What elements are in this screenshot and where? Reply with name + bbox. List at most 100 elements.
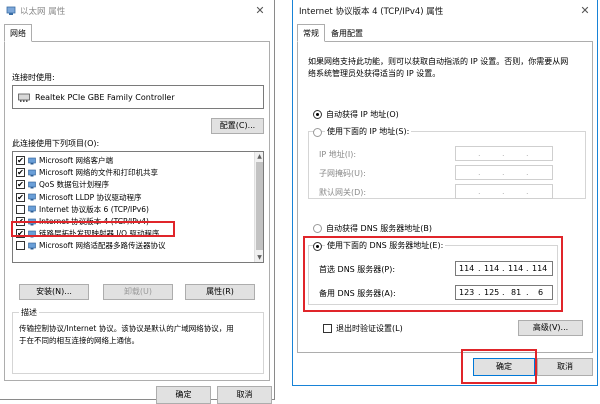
scroll-down-icon[interactable]: ▼ [255,253,263,262]
alternate-dns-octet-1: 123 [459,288,475,297]
components-list: ✔ Microsoft 网络客户端 ✔ Microsoft 网络的文件和打印机共享 ✔ Q… [12,151,264,263]
item-label: Microsoft LLDP 协议驱动程序 [39,192,142,202]
configure-button[interactable]: 配置(C)... [211,118,264,134]
manual-ip-radio[interactable] [313,128,322,137]
alternate-dns-label: 备用 DNS 服务器(A): [319,289,396,298]
uninstall-button[interactable]: 卸载(U) [103,284,173,300]
ok-button[interactable]: 确定 [156,386,211,404]
item-checkbox[interactable]: ✔ [16,168,25,178]
item-checkbox[interactable] [16,204,25,214]
title-bar[interactable]: 以太网 属性 ✕ [0,0,274,22]
preferred-dns-octet-1: 114 [459,264,475,273]
network-adapter-icon [6,6,16,15]
item-label: Microsoft 网络的文件和打印机共享 [39,168,159,178]
description-line-1: 传输控制协议/Internet 协议。该协议是默认的广域网络协议，用 [19,324,234,333]
tab-general[interactable]: 常规 [297,24,325,42]
intro-line-1: 如果网络支持此功能，则可以获取自动指派的 IP 设置。否则，你需要从网 [308,57,569,66]
network-component-icon [28,181,36,189]
network-card-icon [18,93,30,102]
validate-settings-checkbox[interactable] [323,324,332,333]
list-item[interactable]: ✔ Microsoft LLDP 协议驱动程序 [16,192,254,203]
auto-dns-radio[interactable] [313,224,322,233]
list-item[interactable]: ✔ 链路层拓扑发现映射器 I/O 驱动程序 [16,228,254,239]
properties-button[interactable]: 属性(R) [185,284,255,300]
manual-dns-radio[interactable] [313,242,322,251]
network-component-icon [28,157,36,164]
item-label: Internet 协议版本 4 (TCP/IPv4) [39,217,149,226]
item-checkbox[interactable]: ✔ [16,217,25,226]
connect-using-label: 连接时使用: [12,73,55,82]
tab-panel: 如果网络支持此功能，则可以获取自动指派的 IP 设置。否则，你需要从网 络系统管… [297,41,593,353]
item-checkbox[interactable] [16,241,25,251]
validate-settings-label[interactable]: 退出时验证设置(L) [336,323,403,334]
alternate-dns-octet-4: 6 [538,288,544,297]
advanced-button[interactable]: 高级(V)... [518,320,583,336]
network-component-icon [28,230,36,238]
list-item[interactable]: ✔ Microsoft 网络客户端 [16,155,254,166]
install-button[interactable]: 安装(N)... [19,284,89,300]
list-item[interactable]: ✔ Internet 协议版本 4 (TCP/IPv4) [16,216,254,227]
scroll-thumb[interactable] [256,162,263,250]
manual-ip-label[interactable]: 使用下面的 IP 地址(S): [325,126,412,137]
alternate-dns-octet-3: 81 [511,288,522,297]
manual-dns-label[interactable]: 使用下面的 DNS 服务器地址(E): [325,240,446,251]
default-gateway-field[interactable]: . . . [455,184,553,199]
manual-ip-group: 使用下面的 IP 地址(S): IP 地址(I): . . . 子网掩码(U):… [308,126,586,199]
manual-dns-group: 使用下面的 DNS 服务器地址(E): 首选 DNS 服务器(P): 114 .… [308,240,558,305]
title-bar[interactable]: Internet 协议版本 4 (TCP/IPv4) 属性 ✕ [293,0,597,22]
item-checkbox[interactable]: ✔ [16,180,25,190]
auto-dns-label[interactable]: 自动获得 DNS 服务器地址(B) [326,223,432,234]
ethernet-properties-window: 以太网 属性 ✕ 网络 连接时使用: Realtek PCIe GBE Fami… [0,0,275,404]
network-component-icon [28,218,36,225]
item-label: QoS 数据包计划程序 [39,180,110,190]
default-gateway-label: 默认网关(D): [319,188,367,197]
list-item[interactable]: Microsoft 网络适配器多路传送器协议 [16,240,254,251]
alternate-dns-field[interactable]: 123 . 125 . 81 . 6 [455,285,553,300]
tab-networking[interactable]: 网络 [4,24,32,42]
tab-strip: 常规 备用配置 [293,22,597,42]
adapter-name: Realtek PCIe GBE Family Controller [35,93,175,102]
ip-address-label: IP 地址(I): [319,150,357,159]
auto-ip-label[interactable]: 自动获得 IP 地址(O) [326,109,399,120]
item-checkbox[interactable]: ✔ [16,229,25,239]
list-scrollbar[interactable]: ▲ ▼ [254,152,263,262]
description-label: 描述 [19,307,39,318]
ipv4-properties-window: Internet 协议版本 4 (TCP/IPv4) 属性 ✕ 常规 备用配置 … [292,0,598,386]
ip-address-field[interactable]: . . . [455,146,553,161]
list-item[interactable]: ✔ Microsoft 网络的文件和打印机共享 [16,167,254,178]
item-checkbox[interactable]: ✔ [16,156,25,165]
preferred-dns-field[interactable]: 114 . 114 . 114 . 114 [455,261,553,276]
tab-alternate-configuration[interactable]: 备用配置 [325,24,369,42]
preferred-dns-octet-2: 114 [484,264,500,273]
cancel-button[interactable]: 取消 [217,386,272,404]
network-component-icon [28,242,36,250]
scroll-up-icon[interactable]: ▲ [255,152,263,161]
tab-panel: 连接时使用: Realtek PCIe GBE Family Controlle… [4,41,270,381]
subnet-mask-field[interactable]: . . . [455,165,553,180]
network-component-icon [28,205,36,213]
item-label: Microsoft 网络客户端 [39,156,114,165]
list-item[interactable]: ✔ QoS 数据包计划程序 [16,179,254,190]
ok-button[interactable]: 确定 [473,358,535,376]
intro-line-2: 络系统管理员处获得适当的 IP 设置。 [308,69,441,78]
description-group: 描述 传输控制协议/Internet 协议。该协议是默认的广域网络协议，用 于在… [12,307,264,374]
network-component-icon [28,193,36,201]
network-component-icon [28,169,36,177]
preferred-dns-octet-4: 114 [532,264,548,273]
item-checkbox[interactable]: ✔ [16,192,25,202]
preferred-dns-octet-3: 114 [508,264,524,273]
close-icon[interactable]: ✕ [252,3,268,19]
window-title: 以太网 属性 [20,7,66,17]
subnet-mask-label: 子网掩码(U): [319,169,366,178]
cancel-button[interactable]: 取消 [537,358,593,376]
item-label: Internet 协议版本 6 (TCP/IPv6) [39,204,149,214]
description-line-2: 于在不同的相互连接的网络上通信。 [19,336,139,345]
list-item[interactable]: Internet 协议版本 6 (TCP/IPv6) [16,204,254,215]
tab-strip: 网络 [0,22,274,42]
preferred-dns-label: 首选 DNS 服务器(P): [319,265,396,274]
auto-ip-radio[interactable] [313,110,322,119]
item-label: Microsoft 网络适配器多路传送器协议 [39,241,166,251]
alternate-dns-octet-2: 125 [484,288,500,297]
items-label: 此连接使用下列项目(O): [12,139,100,148]
close-icon[interactable]: ✕ [577,3,593,19]
